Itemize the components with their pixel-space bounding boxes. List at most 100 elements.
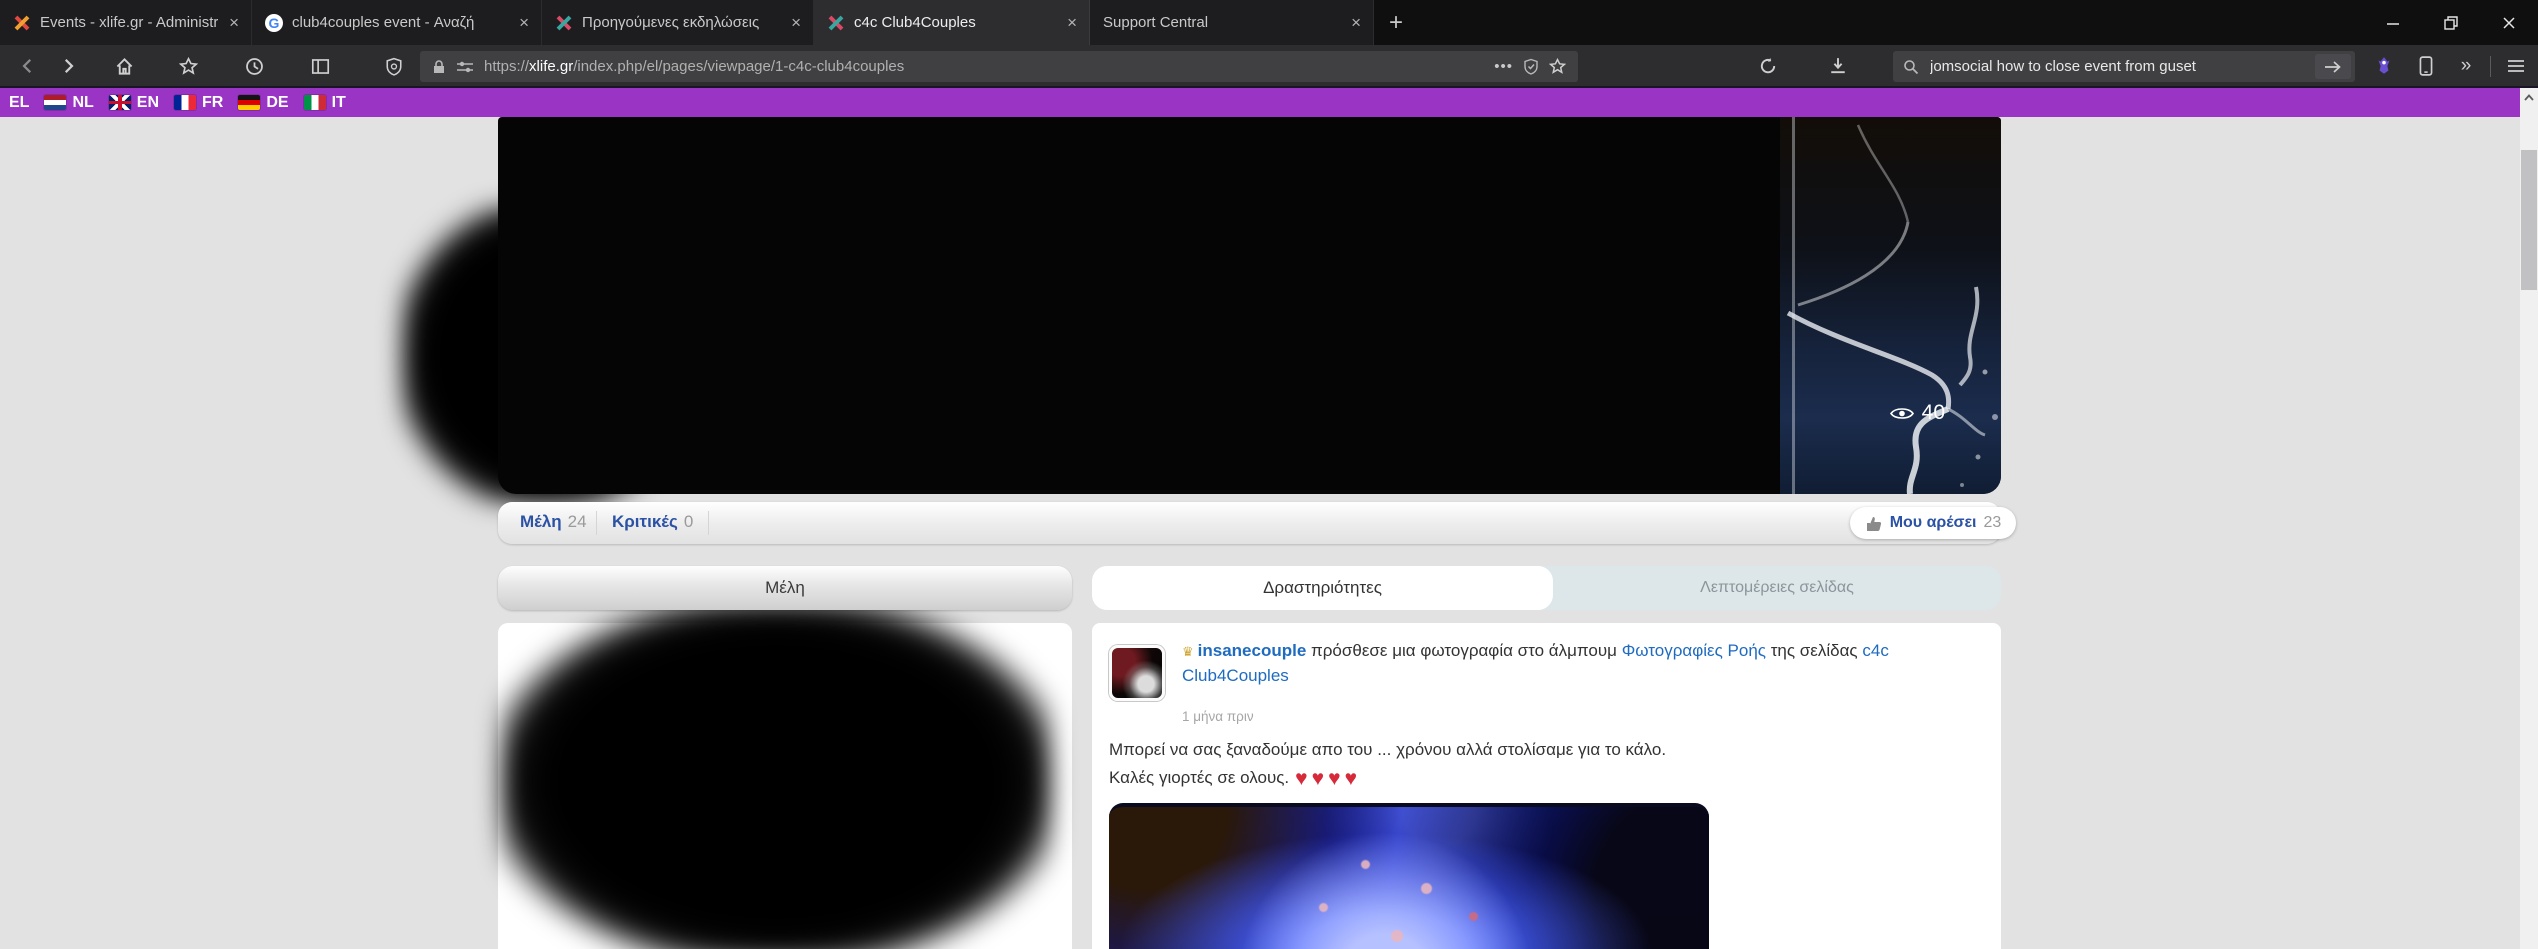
album-link[interactable]: Φωτογραφίες Ροής [1622, 641, 1766, 660]
ornament-dot [1361, 859, 1370, 869]
url-path: /index.php/el/pages/viewpage/1-c4c-club4… [573, 58, 905, 75]
browser-tab-c4c-club4couples[interactable]: c4c Club4Couples × [814, 0, 1090, 45]
like-button[interactable]: Μου αρέσει 23 [1850, 507, 2016, 539]
scrollbar-thumb[interactable] [2521, 150, 2537, 290]
page-cover-image[interactable]: 40 [498, 117, 2001, 494]
post-body: Μπορεί να σας ξαναδούμε απο του ... χρόν… [1109, 737, 1666, 796]
scroll-up-arrow-icon[interactable] [2520, 88, 2538, 106]
lang-en[interactable]: EN [108, 94, 159, 112]
tab-close-icon[interactable]: × [1065, 13, 1079, 33]
tracking-shield-icon[interactable] [378, 51, 410, 81]
new-tab-button[interactable]: + [1374, 0, 1418, 45]
language-bar: EL NL EN FR DE IT [0, 88, 2520, 117]
post-action-text: πρόσθεσε μια φωτογραφία στο άλμπουμ [1311, 641, 1617, 660]
permissions-icon[interactable] [456, 60, 474, 74]
page-stats-bar: Μέλη 24 Κριτικές 0 Μου αρέσει 23 [498, 502, 2016, 544]
lang-it[interactable]: IT [303, 94, 346, 112]
minimize-button[interactable] [2364, 0, 2422, 45]
tab-activities[interactable]: Δραστηριότητες [1092, 566, 1553, 610]
restore-button[interactable] [2422, 0, 2480, 45]
tab-strip: Events - xlife.gr - Administra × G club4… [0, 0, 2538, 45]
search-go-button[interactable] [2315, 54, 2351, 79]
tab-close-icon[interactable]: × [1349, 13, 1363, 33]
search-input[interactable] [1928, 57, 2306, 76]
stats-divider [596, 511, 597, 535]
post-text-line2: Καλές γιορτές σε ολους. [1109, 768, 1290, 788]
send-to-device-icon[interactable] [2410, 51, 2442, 81]
library-button[interactable] [172, 51, 204, 81]
search-bar[interactable] [1893, 51, 2355, 82]
history-button[interactable] [238, 51, 270, 81]
page-actions-icon[interactable]: ••• [1494, 58, 1513, 75]
views-count: 40 [1921, 401, 1945, 424]
overflow-chevrons-icon[interactable]: » [2450, 51, 2482, 81]
ornament-dot [1319, 903, 1328, 913]
sidebar-button[interactable] [304, 51, 336, 81]
tab-title: Support Central [1103, 14, 1209, 31]
download-button[interactable] [1822, 51, 1854, 81]
lang-fr[interactable]: FR [174, 94, 223, 112]
post-timestamp: 1 μήνα πριν [1182, 709, 1254, 724]
tab-close-icon[interactable]: × [789, 13, 803, 33]
fr-flag-icon [174, 95, 197, 110]
google-favicon-icon: G [265, 13, 283, 32]
cover-image-seam [1792, 117, 1795, 494]
bookmark-star-icon[interactable] [1549, 58, 1566, 75]
uk-flag-icon [108, 95, 131, 110]
cover-map-region [1780, 117, 2001, 494]
extension-icon[interactable] [2368, 51, 2400, 81]
close-button[interactable] [2480, 0, 2538, 45]
browser-tab-support-central[interactable]: Support Central × [1090, 0, 1374, 45]
search-icon [1904, 59, 1919, 74]
tab-close-icon[interactable]: × [517, 13, 531, 33]
post-text-line1: Μπορεί να σας ξαναδούμε απο του ... χρόν… [1109, 740, 1667, 759]
stats-divider [708, 511, 709, 535]
xlife-favicon-icon [828, 15, 844, 30]
browser-tab-events[interactable]: Events - xlife.gr - Administra × [0, 0, 252, 45]
tab-page-details[interactable]: Λεπτομέρειες σελίδας [1553, 566, 2001, 610]
tab-title: Events - xlife.gr - Administra [40, 14, 219, 31]
eye-icon [1889, 407, 1914, 419]
url-bar[interactable]: https://xlife.gr/index.php/el/pages/view… [420, 51, 1578, 82]
views-counter: 40 [1889, 401, 1945, 425]
post-photo[interactable] [1109, 803, 1709, 949]
user-badge-icon: ♛ [1182, 644, 1194, 659]
home-button[interactable] [108, 51, 140, 81]
tab-title: club4couples event - Αναζή [292, 14, 475, 31]
avatar[interactable] [1109, 645, 1165, 701]
tab-members[interactable]: Μέλη [498, 566, 1072, 610]
lock-icon [434, 59, 444, 73]
back-button[interactable] [12, 51, 44, 81]
joomla-favicon-icon [14, 15, 30, 30]
ornament-dot [1391, 929, 1403, 942]
reload-button[interactable] [1752, 51, 1784, 81]
members-stat[interactable]: Μέλη 24 [520, 512, 587, 532]
tab-title: c4c Club4Couples [854, 14, 976, 31]
nl-flag-icon [44, 95, 67, 110]
tab-title: Προηγούμενες εκδηλώσεις [582, 14, 760, 31]
post-connector-text: της σελίδας [1770, 641, 1858, 660]
url-text[interactable]: https://xlife.gr/index.php/el/pages/view… [484, 58, 1484, 75]
url-domain: xlife.gr [529, 58, 574, 75]
browser-tab-google-search[interactable]: G club4couples event - Αναζή × [252, 0, 542, 45]
tab-close-icon[interactable]: × [227, 13, 241, 33]
permission-badge-icon[interactable] [1523, 58, 1539, 75]
thumb-up-icon [1866, 516, 1881, 531]
post-header: ♛ insanecouple πρόσθεσε μια φωτογραφία στ… [1182, 639, 1990, 688]
lang-de[interactable]: DE [238, 94, 289, 112]
toolbar-divider [2490, 56, 2491, 77]
xlife-favicon-icon [556, 15, 572, 30]
lang-nl[interactable]: NL [44, 94, 94, 112]
post-author-link[interactable]: insanecouple [1198, 641, 1307, 660]
page-scrollbar[interactable] [2520, 88, 2538, 949]
window-controls [2364, 0, 2538, 45]
forward-button[interactable] [52, 51, 84, 81]
censored-region [500, 602, 1052, 949]
browser-tab-previous-events[interactable]: Προηγούμενες εκδηλώσεις × [542, 0, 814, 45]
reviews-stat[interactable]: Κριτικές 0 [612, 512, 693, 532]
browser-window: Events - xlife.gr - Administra × G club4… [0, 0, 2538, 949]
de-flag-icon [238, 95, 261, 110]
lang-el[interactable]: EL [9, 94, 29, 112]
section-tab-bar: Δραστηριότητες Λεπτομέρειες σελίδας [1092, 566, 2001, 610]
menu-hamburger-icon[interactable] [2500, 51, 2532, 81]
